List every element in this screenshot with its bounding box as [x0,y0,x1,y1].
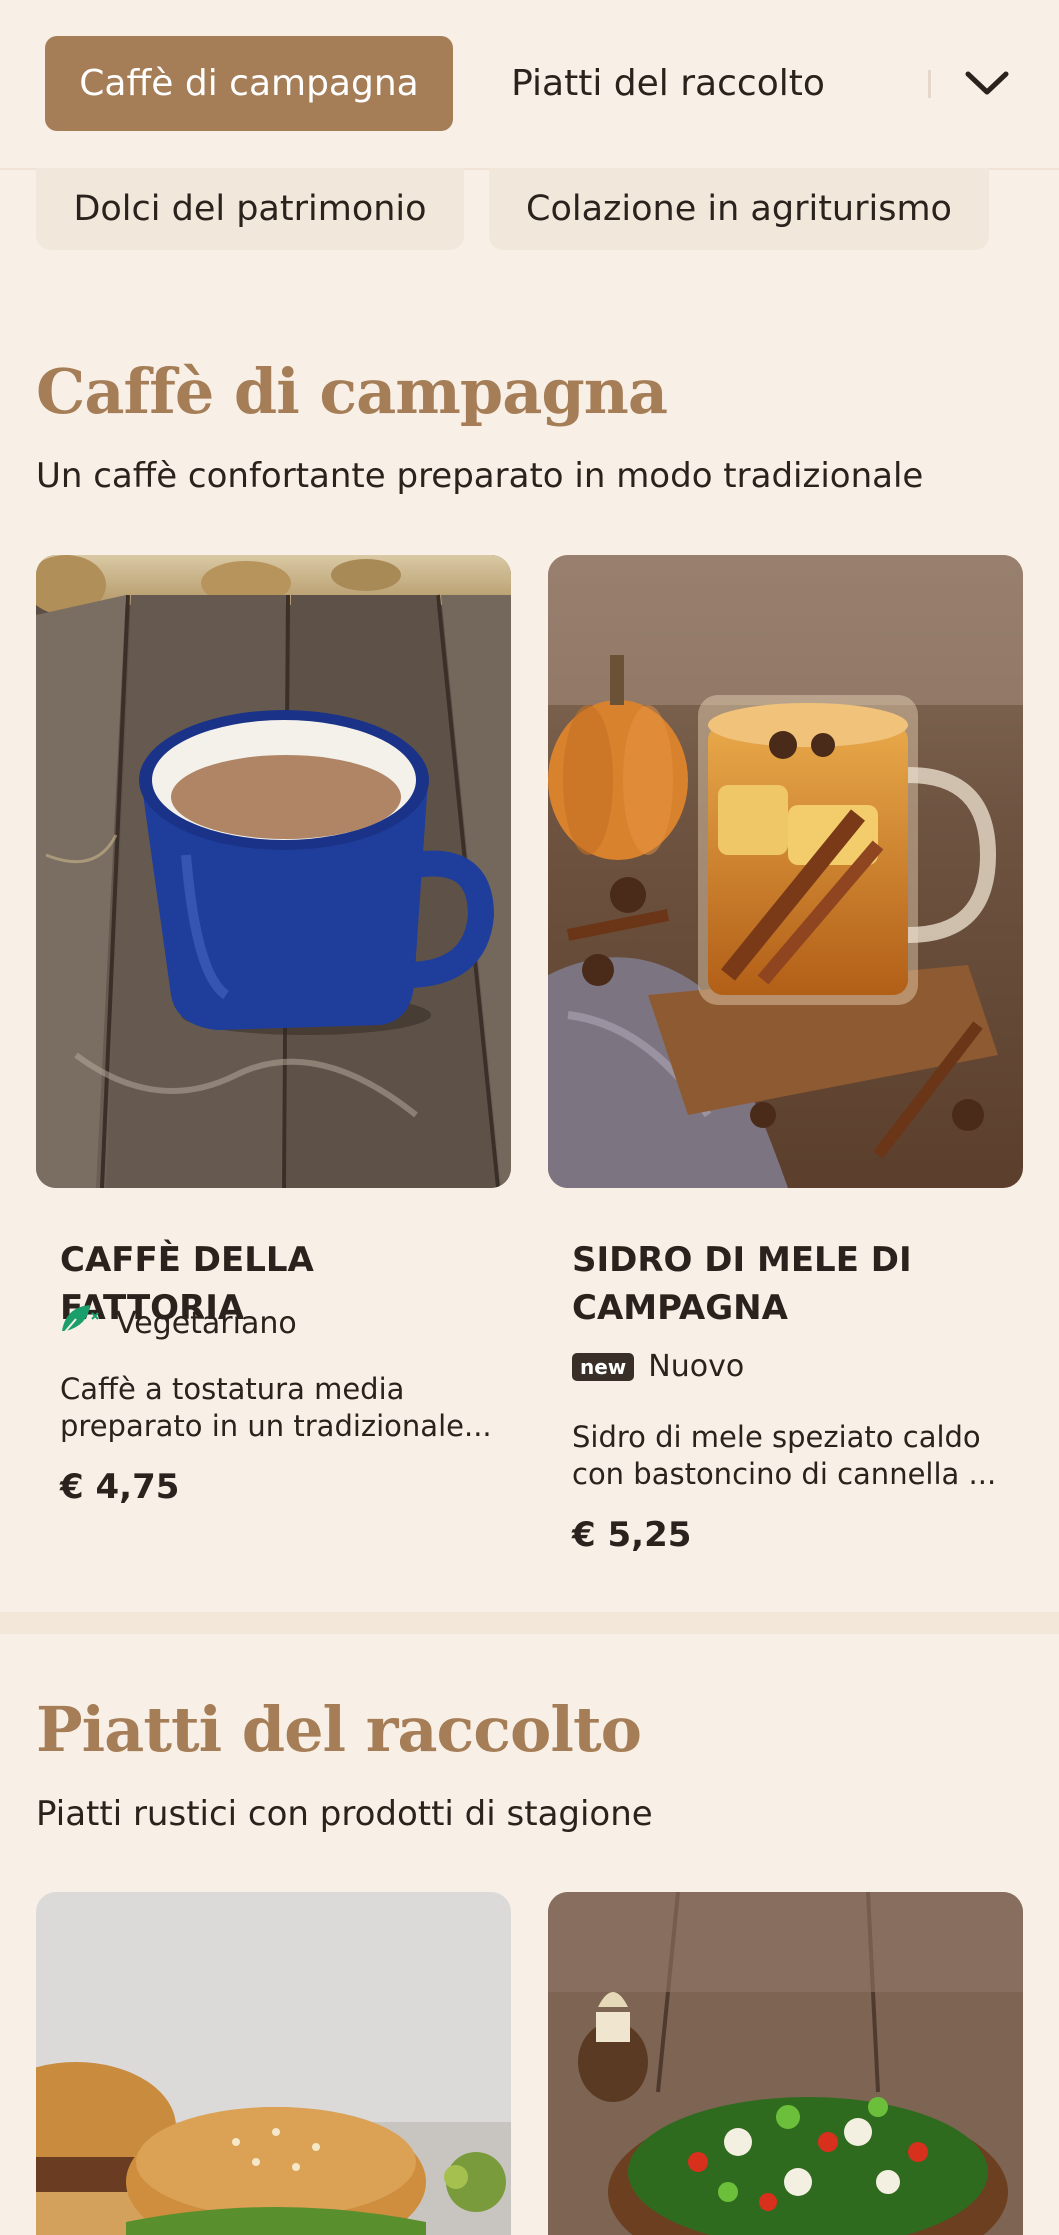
tab-caffe-di-campagna[interactable]: Caffè di campagna [45,36,453,131]
section-title: Piatti del raccolto [36,1693,642,1766]
badge-label: Vegetariano [116,1305,297,1341]
tab-piatti-del-raccolto[interactable]: Piatti del raccolto [490,36,846,131]
tab-colazione-in-agriturismo[interactable]: Colazione in agriturismo [489,168,989,250]
new-badge: new Nuovo [572,1349,744,1384]
badge-label: Nuovo [648,1349,745,1384]
category-chips-row: Dolci del patrimonio Colazione in agritu… [0,168,1059,252]
product-description: Caffè a tostatura media preparato in un … [60,1372,492,1443]
vegetarian-leaf-icon [60,1301,102,1345]
section-divider [0,1612,1059,1634]
product-name[interactable]: SIDRO DI MELE DI CAMPAGNA [572,1236,1012,1332]
chevron-down-icon[interactable] [962,58,1012,108]
section-title: Caffè di campagna [36,355,668,428]
product-price: € 4,75 [60,1467,180,1507]
section-subtitle: Piatti rustici con prodotti di stagione [36,1794,653,1834]
product-description: Sidro di mele speziato caldo con bastonc… [572,1420,997,1491]
sidro-di-mele-image[interactable] [548,555,1023,1188]
caffe-della-fattoria-image[interactable] [36,555,511,1188]
burger-image[interactable] [36,1892,511,2235]
tab-overflow-indicator [928,70,931,98]
new-icon: new [572,1352,635,1381]
salad-image[interactable] [548,1892,1023,2235]
section-subtitle: Un caffè confortante preparato in modo t… [36,456,924,496]
product-price: € 5,25 [572,1515,692,1555]
tab-dolci-del-patrimonio[interactable]: Dolci del patrimonio [36,168,464,250]
category-nav: Caffè di campagna Piatti del raccolto [0,0,1059,170]
diet-badge: Vegetariano [60,1301,297,1345]
